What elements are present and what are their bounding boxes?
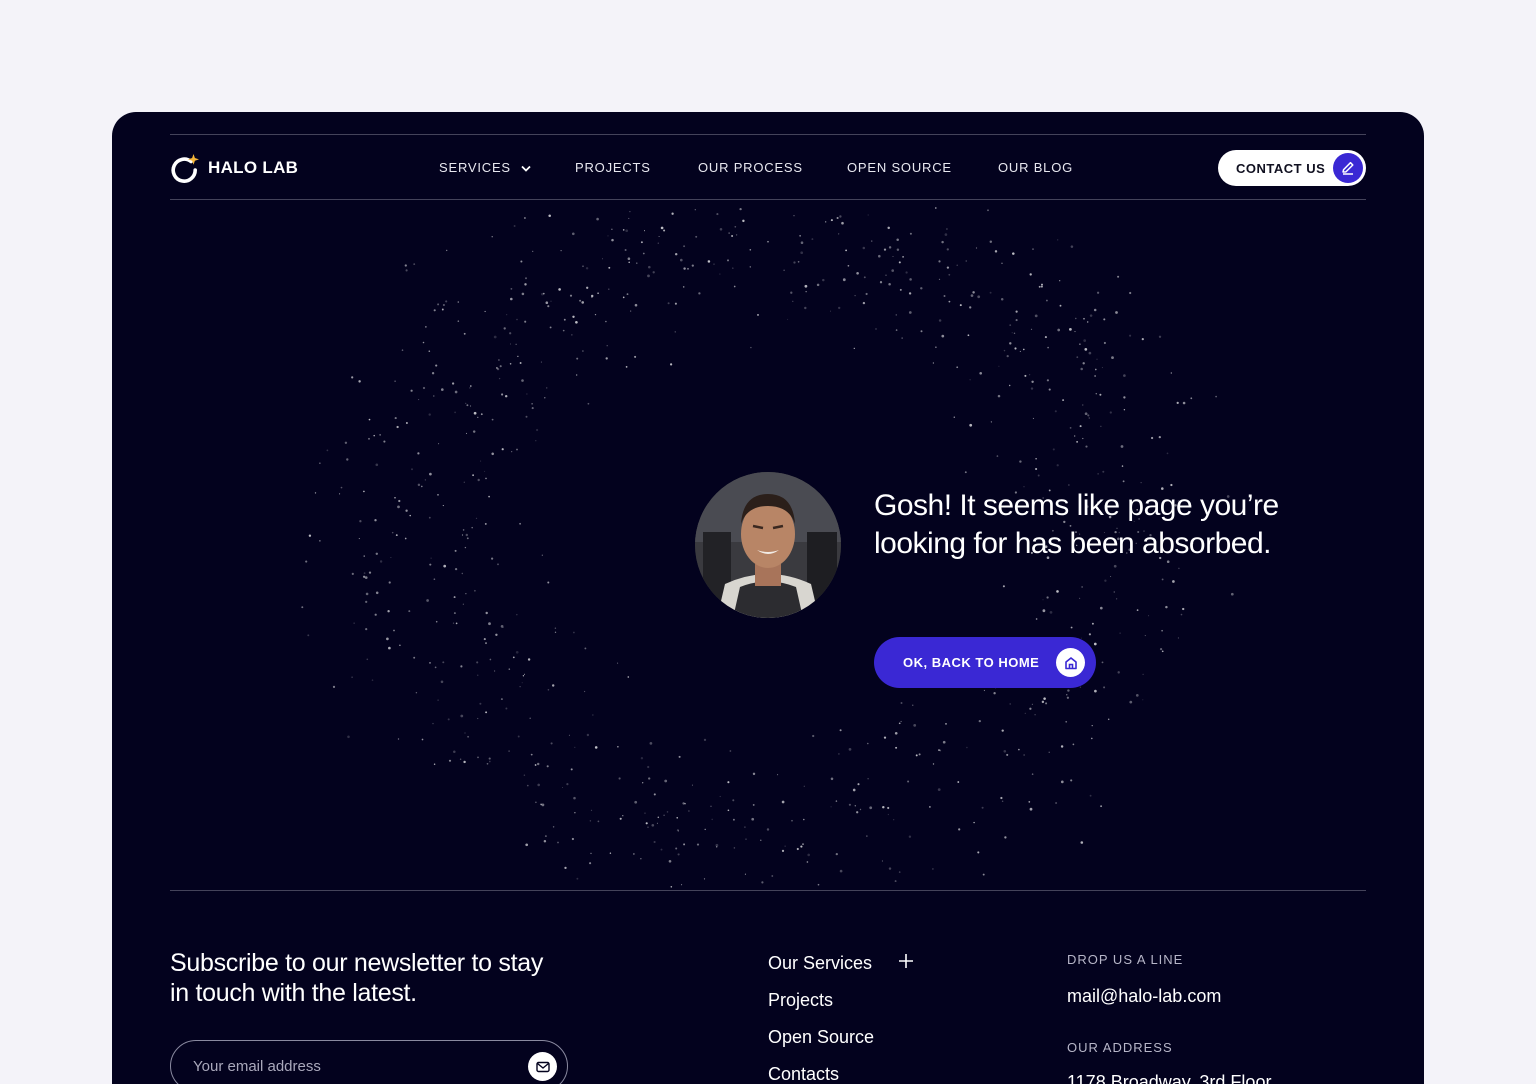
crying-man-avatar — [695, 472, 841, 618]
contact-us-button[interactable]: CONTACT US — [1218, 150, 1366, 186]
our-address-label: OUR ADDRESS — [1067, 1040, 1173, 1055]
newsletter-form — [170, 1040, 568, 1084]
footer-link-projects[interactable]: Projects — [768, 990, 833, 1011]
footer-link-open-source[interactable]: Open Source — [768, 1027, 874, 1048]
contact-us-label: CONTACT US — [1236, 160, 1326, 176]
footer-divider — [170, 890, 1366, 891]
footer-link-our-services[interactable]: Our Services — [768, 953, 872, 974]
mail-icon[interactable] — [528, 1052, 557, 1081]
back-to-home-label: OK, BACK TO HOME — [903, 655, 1040, 670]
drop-us-a-line-label: DROP US A LINE — [1067, 952, 1184, 967]
email-input[interactable] — [193, 1057, 513, 1075]
nav-our-process[interactable]: OUR PROCESS — [698, 160, 803, 175]
nav-services[interactable]: SERVICES — [439, 160, 531, 175]
nav-services-label: SERVICES — [439, 160, 511, 175]
nav-our-blog[interactable]: OUR BLOG — [998, 160, 1073, 175]
site-header: HALO LAB SERVICES PROJECTS OUR PROCESS O… — [170, 134, 1366, 200]
logo-text: HALO LAB — [208, 158, 299, 177]
nav-open-source[interactable]: OPEN SOURCE — [847, 160, 952, 175]
address-text: 1178 Broadway, 3rd Floor — [1067, 1072, 1272, 1084]
page-frame: HALO LAB SERVICES PROJECTS OUR PROCESS O… — [112, 112, 1424, 1084]
chevron-down-icon — [521, 165, 531, 172]
footer-link-contacts[interactable]: Contacts — [768, 1064, 839, 1084]
logo[interactable]: HALO LAB — [170, 153, 298, 183]
nav-projects[interactable]: PROJECTS — [575, 160, 651, 175]
pencil-icon — [1333, 153, 1363, 183]
error-headline: Gosh! It seems like page you’re looking … — [874, 489, 1279, 560]
newsletter-title: Subscribe to our newsletter to stay in t… — [170, 949, 544, 1007]
back-to-home-button[interactable]: OK, BACK TO HOME — [874, 637, 1096, 688]
logo-mark-icon — [170, 153, 200, 183]
contact-email-link[interactable]: mail@halo-lab.com — [1067, 986, 1221, 1007]
home-icon — [1056, 648, 1085, 677]
plus-icon[interactable] — [898, 953, 914, 969]
